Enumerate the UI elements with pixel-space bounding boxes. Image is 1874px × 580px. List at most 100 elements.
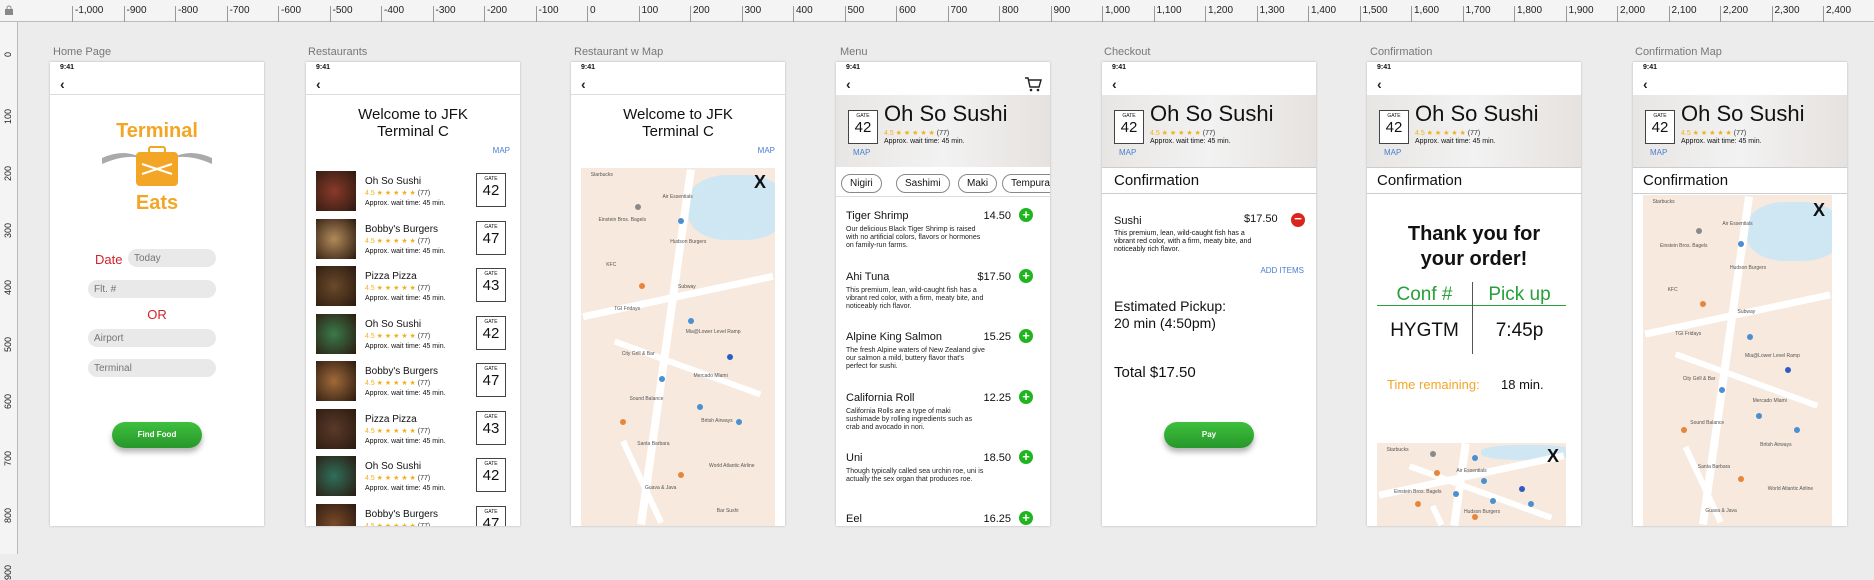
artboard-label-restaurant-map[interactable]: Restaurant w Map: [574, 46, 663, 58]
restaurant-row[interactable]: Oh So Sushi 4.5 ★ ★ ★ ★ ★ (77) Approx. wai…: [316, 171, 506, 217]
back-button[interactable]: ‹: [846, 76, 851, 92]
status-bar: 9:41: [316, 64, 331, 71]
ruler-tick-label: 2,000: [1617, 6, 1645, 22]
menu-item[interactable]: Eel 16.25 +: [846, 510, 1041, 527]
back-button[interactable]: ‹: [316, 76, 321, 92]
ruler-tick-label: 200: [3, 166, 13, 182]
map-place-label: Mercado Mlami: [693, 373, 728, 380]
artboard-label-restaurants[interactable]: Restaurants: [308, 46, 367, 58]
status-bar: 9:41: [60, 64, 75, 71]
close-map-button[interactable]: X: [754, 172, 766, 193]
menu-item[interactable]: Ahi Tuna $17.50 This premium, lean, wild-c…: [846, 268, 1041, 326]
menu-item[interactable]: Alpine King Salmon 15.25 The fresh Alpine …: [846, 329, 1041, 386]
artboard-checkout[interactable]: 9:41 ‹ GATE 42 MAP Oh So Sushi 4.5 ★ ★ ★ …: [1102, 62, 1316, 526]
artboard-confirmation[interactable]: 9:41 ‹ GATE 42 MAP Oh So Sushi 4.5 ★ ★ ★ …: [1367, 62, 1581, 526]
or-divider-label: OR: [147, 307, 167, 322]
back-button[interactable]: ‹: [581, 76, 586, 92]
add-items-link[interactable]: ADD ITEMS: [1260, 266, 1304, 275]
category-tabs: Nigiri Sashimi Maki Tempura: [836, 169, 1050, 197]
map-link[interactable]: MAP: [1650, 148, 1667, 157]
back-button[interactable]: ‹: [60, 76, 65, 92]
cart-icon[interactable]: [1024, 76, 1042, 92]
flight-number-input[interactable]: [88, 280, 216, 298]
wait-time: Approx. wait time: 45 min.: [365, 295, 446, 302]
terminal-map[interactable]: Starbucks Air Essentials Einstein Bros. Ba…: [1643, 195, 1832, 526]
restaurant-name: Pizza Pizza: [365, 271, 417, 282]
restaurant-row[interactable]: Bobby's Burgers4.5 ★ ★ ★ ★ ★ (77)Approx.…: [316, 503, 506, 526]
pay-button[interactable]: Pay: [1164, 422, 1254, 448]
add-item-button[interactable]: +: [1019, 329, 1033, 343]
order-item-description: This premium, lean, wild-caught fish has…: [1114, 230, 1252, 253]
restaurant-row[interactable]: Bobby's Burgers4.5 ★ ★ ★ ★ ★ (77)Approx.…: [316, 361, 506, 407]
terminal-input[interactable]: [88, 359, 216, 377]
map-place-label: Guava & Java: [645, 485, 677, 492]
tab-nigiri[interactable]: Nigiri: [841, 174, 882, 193]
map-link[interactable]: MAP: [1119, 148, 1136, 157]
welcome-title: Welcome to JFK Terminal C: [623, 106, 733, 140]
map-place-label: Britsh Airways: [701, 418, 733, 425]
back-button[interactable]: ‹: [1377, 76, 1382, 92]
close-map-button[interactable]: X: [1547, 446, 1559, 467]
rating-stars: 4.5 ★ ★ ★ ★ ★ (77): [1681, 130, 1747, 137]
lock-icon[interactable]: [4, 5, 14, 15]
artboard-label-confirmation[interactable]: Confirmation: [1370, 46, 1432, 58]
mini-map[interactable]: Starbucks Air Essentials Einstein Bros. Ba…: [1377, 443, 1566, 526]
map-place-label: Einstein Bros. Bagels: [1660, 243, 1708, 250]
date-input[interactable]: [128, 249, 216, 267]
tab-maki[interactable]: Maki: [958, 174, 998, 193]
ruler-tick-label: 0: [3, 52, 13, 58]
add-item-button[interactable]: +: [1019, 268, 1033, 283]
artboard-label-home[interactable]: Home Page: [53, 46, 111, 58]
artboard-restaurant-map[interactable]: 9:41 ‹ Welcome to JFK Terminal C MAP Star…: [571, 62, 785, 526]
restaurant-row[interactable]: Oh So Sushi 4.5 ★ ★ ★ ★ ★ (77) Approx. wai…: [316, 313, 506, 360]
pickup-time-value: 7:45p: [1495, 320, 1544, 341]
airport-input[interactable]: [88, 329, 216, 347]
artboard-menu[interactable]: 9:41 ‹ GATE 42 MAP Oh So Sushi 4.5 ★ ★ ★ …: [836, 62, 1050, 526]
nav-divider: [50, 94, 264, 95]
close-map-button[interactable]: X: [1813, 200, 1825, 221]
tab-sashimi[interactable]: Sashimi: [896, 174, 950, 193]
find-food-button[interactable]: Find Food: [112, 422, 202, 448]
menu-item-price: 14.50: [983, 210, 1011, 222]
artboard-restaurants[interactable]: 9:41 ‹ Welcome to JFK Terminal C MAP Oh S…: [306, 62, 520, 526]
ruler-tick-label: 500: [844, 6, 864, 22]
map-place-label: KFC: [1667, 287, 1678, 294]
time-remaining-label: Time remaining:: [1387, 377, 1480, 392]
artboard-home[interactable]: 9:41 ‹ Terminal Eats Date OR Find Food: [50, 62, 264, 526]
gate-box: GATE 42: [848, 110, 878, 144]
ruler-tick-label: -700: [226, 6, 250, 22]
back-button[interactable]: ‹: [1643, 76, 1648, 92]
add-item-button[interactable]: +: [1019, 208, 1033, 222]
add-item-button[interactable]: +: [1019, 510, 1033, 525]
terminal-map[interactable]: Starbucks Air Essentials Einstein Bros. Ba…: [581, 168, 775, 526]
artboard-label-checkout[interactable]: Checkout: [1104, 46, 1150, 58]
artboard-label-menu[interactable]: Menu: [840, 46, 868, 58]
map-place-label: Starbucks: [1652, 199, 1675, 205]
add-item-button[interactable]: +: [1019, 450, 1033, 464]
remove-item-button[interactable]: −: [1291, 212, 1305, 227]
artboard-confirmation-map[interactable]: 9:41 ‹ GATE 42 MAP Oh So Sushi 4.5 ★ ★ ★ …: [1633, 62, 1847, 526]
map-link[interactable]: MAP: [758, 146, 775, 155]
menu-item[interactable]: California Roll 12.25 California Rolls are…: [846, 389, 1041, 447]
ruler-tick-label: 400: [793, 6, 813, 22]
restaurant-row[interactable]: Pizza Pizza 4.5 ★ ★ ★ ★ ★ (77) Approx. wai…: [316, 408, 506, 455]
menu-item[interactable]: Tiger Shrimp 14.50 Our delicious Black Tig…: [846, 208, 1041, 265]
map-pin-icon: [1518, 486, 1525, 493]
map-link[interactable]: MAP: [493, 146, 510, 155]
map-link[interactable]: MAP: [1384, 148, 1401, 157]
menu-item[interactable]: Uni 18.50 Though typically called sea urch…: [846, 450, 1041, 507]
add-item-button[interactable]: +: [1019, 389, 1033, 404]
tab-tempura[interactable]: Tempura: [1002, 174, 1050, 193]
restaurant-row[interactable]: Bobby's Burgers4.5 ★ ★ ★ ★ ★ (77)Approx.…: [316, 218, 506, 265]
menu-item-name: Ahi Tuna: [846, 270, 890, 283]
artboard-label-confirmation-map[interactable]: Confirmation Map: [1635, 46, 1722, 58]
map-pin-icon: [726, 354, 733, 361]
restaurant-row[interactable]: Oh So Sushi 4.5 ★ ★ ★ ★ ★ (77) Approx. wai…: [316, 456, 506, 502]
back-button[interactable]: ‹: [1112, 76, 1117, 92]
ruler-tick-label: 1,300: [1256, 6, 1285, 22]
map-pin-icon: [1794, 426, 1801, 433]
restaurant-row[interactable]: Pizza Pizza 4.5 ★ ★ ★ ★ ★ (77) Approx. wai…: [316, 266, 506, 312]
map-link[interactable]: MAP: [853, 148, 870, 157]
ruler-tick-label: 1,600: [1411, 6, 1439, 22]
restaurant-name: Oh So Sushi: [1415, 101, 1539, 126]
